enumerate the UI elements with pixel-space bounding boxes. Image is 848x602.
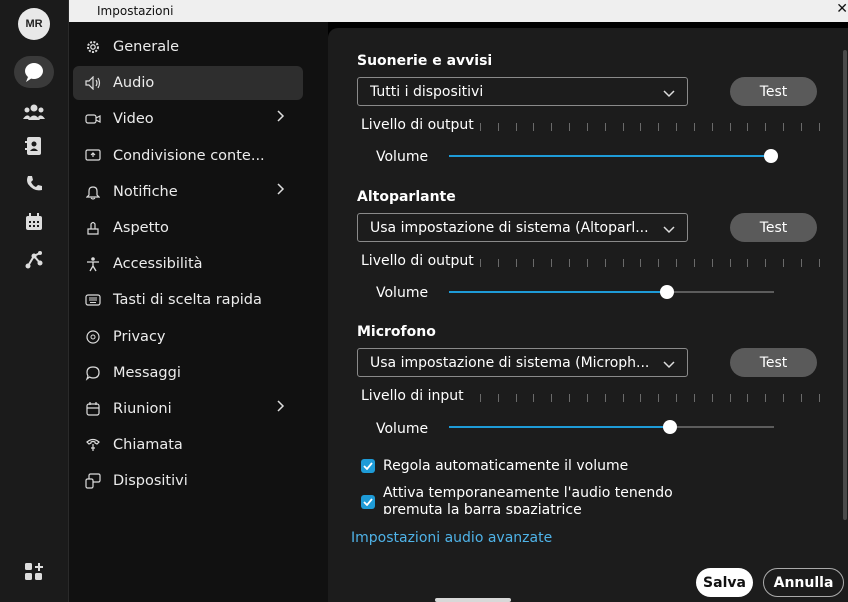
speaker-device-select[interactable]: Usa impostazione di sistema (Altoparl...: [357, 213, 688, 242]
phone-icon: [83, 437, 103, 453]
team-icon[interactable]: [22, 100, 46, 124]
microphone-level-meter: [480, 394, 820, 402]
sidebar-item-messaggi[interactable]: Messaggi: [73, 356, 303, 390]
sidebar-item-label: Notifiche: [113, 183, 178, 200]
sidebar-item-label: Aspetto: [113, 220, 169, 236]
app-rail: MR: [0, 0, 69, 602]
chevron-down-icon: [663, 357, 675, 373]
ringtones-device-value: Tutti i dispositivi: [370, 83, 484, 100]
sidebar-item-video[interactable]: Video: [73, 102, 303, 136]
ringtones-volume-label: Volume: [376, 149, 429, 165]
ringtones-test-button[interactable]: Test: [730, 77, 817, 106]
microphone-device-select[interactable]: Usa impostazione di sistema (Microph...: [357, 348, 688, 377]
sidebar-item-audio[interactable]: Audio: [73, 66, 303, 101]
calls-icon[interactable]: [22, 172, 46, 196]
slider-thumb[interactable]: [763, 149, 778, 163]
microphone-test-button[interactable]: Test: [730, 348, 817, 377]
gear-icon: [83, 39, 103, 55]
microphone-level-label: Livello di input: [361, 388, 464, 404]
sidebar-item-label: Condivisione conte...: [113, 147, 265, 164]
chevron-right-icon: [277, 400, 285, 416]
ringtones-device-select[interactable]: Tutti i dispositivi: [357, 77, 688, 106]
chevron-down-icon: [663, 86, 675, 102]
sidebar-item-label: Video: [113, 111, 154, 128]
sidebar-item-label: Riunioni: [113, 401, 172, 417]
sidebar-item-label: Dispositivi: [113, 473, 188, 490]
ringtones-level-meter: [480, 123, 820, 131]
settings-content-panel: [328, 28, 848, 602]
microphone-volume-slider[interactable]: [449, 420, 774, 434]
speaker-icon: [83, 76, 103, 91]
sidebar-item-label: Privacy: [113, 328, 166, 345]
video-icon: [83, 113, 103, 125]
sidebar-item-label: Messaggi: [113, 364, 181, 381]
chevron-down-icon: [663, 222, 675, 238]
workflow-icon[interactable]: [22, 248, 46, 272]
save-button[interactable]: Salva: [696, 568, 753, 597]
speaker-volume-label: Volume: [376, 285, 429, 301]
chevron-right-icon: [277, 183, 285, 199]
speaker-volume-slider[interactable]: [449, 285, 774, 299]
push-to-talk-label: Attiva temporaneamente l'audio tenendo p…: [383, 485, 673, 514]
sidebar-item-privacy[interactable]: Privacy: [73, 320, 303, 354]
close-icon[interactable]: ✕: [836, 1, 848, 17]
sidebar-item-label: Accessibilità: [113, 256, 203, 273]
share-screen-icon: [83, 148, 103, 163]
sidebar-item-accessibilità[interactable]: Accessibilità: [73, 247, 303, 281]
speaker-level-meter: [480, 259, 820, 267]
apps-icon[interactable]: [22, 560, 46, 584]
privacy-icon: [83, 329, 103, 345]
message-icon: [83, 365, 103, 381]
meeting-icon: [83, 401, 103, 417]
slider-thumb[interactable]: [663, 420, 677, 434]
sidebar-item-condivisione-conte[interactable]: Condivisione conte...: [73, 139, 303, 173]
speaker-test-button[interactable]: Test: [730, 213, 817, 242]
advanced-audio-settings-link[interactable]: Impostazioni audio avanzate: [351, 530, 552, 546]
sidebar-item-label: Generale: [113, 39, 180, 55]
chat-icon[interactable]: [22, 60, 46, 84]
sidebar-item-generale[interactable]: Generale: [73, 30, 303, 64]
bell-icon: [83, 184, 103, 200]
sidebar-item-label: Chiamata: [113, 437, 183, 454]
window-title: Impostazioni: [97, 4, 174, 18]
push-to-talk-checkbox[interactable]: [361, 495, 375, 509]
sidebar-item-tasti-di-scelta-rapida[interactable]: Tasti di scelta rapida: [73, 283, 303, 317]
speaker-title: Altoparlante: [357, 189, 456, 205]
sidebar-item-label: Tasti di scelta rapida: [113, 292, 262, 309]
accessibility-icon: [83, 256, 103, 272]
microphone-device-value: Usa impostazione di sistema (Microph...: [370, 354, 650, 371]
devices-icon: [83, 473, 103, 489]
keyboard-icon: [83, 294, 103, 306]
auto-volume-label: Regola automaticamente il volume: [383, 458, 629, 474]
speaker-device-value: Usa impostazione di sistema (Altoparl...: [370, 219, 649, 236]
cancel-button[interactable]: Annulla: [763, 568, 844, 597]
appearance-icon: [83, 220, 103, 236]
ringtones-volume-slider[interactable]: [449, 149, 778, 163]
resize-handle[interactable]: [435, 598, 511, 602]
ringtones-title: Suonerie e avvisi: [357, 53, 493, 69]
sidebar-item-chiamata[interactable]: Chiamata: [73, 428, 303, 462]
sidebar-item-notifiche[interactable]: Notifiche: [73, 175, 303, 209]
ringtones-level-label: Livello di output: [361, 117, 474, 133]
auto-volume-checkbox[interactable]: [361, 459, 375, 473]
chevron-right-icon: [277, 110, 285, 126]
microphone-title: Microfono: [357, 324, 436, 340]
title-bar: Impostazioni ✕: [69, 0, 848, 22]
slider-thumb[interactable]: [659, 285, 674, 299]
sidebar-item-label: Audio: [113, 75, 155, 92]
sidebar-item-aspetto[interactable]: Aspetto: [73, 211, 303, 245]
avatar[interactable]: MR: [18, 8, 50, 40]
scrollbar[interactable]: [843, 50, 847, 520]
microphone-volume-label: Volume: [376, 421, 429, 437]
sidebar-item-dispositivi[interactable]: Dispositivi: [73, 464, 303, 498]
contacts-icon[interactable]: [22, 134, 46, 158]
settings-nav: Generale Audio Video Condivisione conte... N…: [69, 22, 328, 602]
sidebar-item-riunioni[interactable]: Riunioni: [73, 392, 303, 426]
speaker-level-label: Livello di output: [361, 253, 474, 269]
calendar-icon[interactable]: [22, 210, 46, 234]
